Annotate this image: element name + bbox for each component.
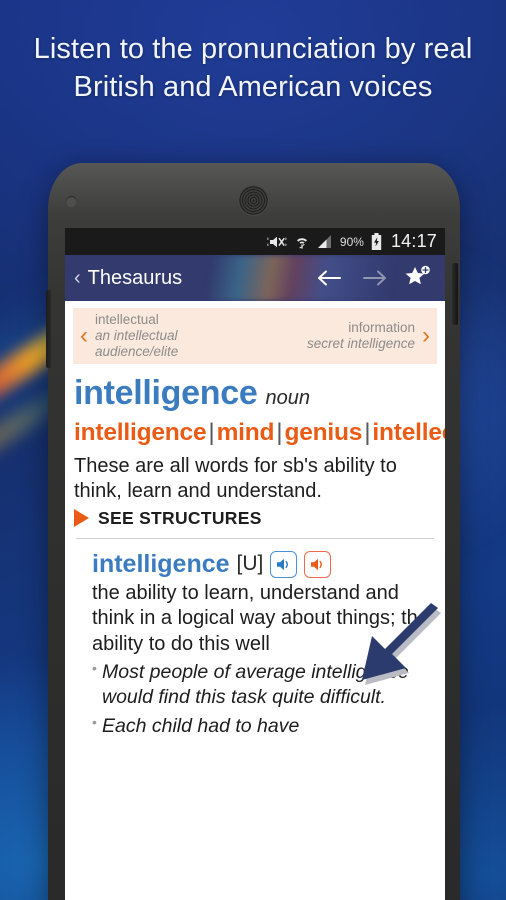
sense-word: intelligence — [92, 549, 230, 578]
synonym-3[interactable]: intellect — [372, 419, 445, 446]
breadcrumb: ‹ intellectual an intellectual audience/… — [73, 308, 437, 364]
promo-headline: Listen to the pronunciation by real Brit… — [33, 33, 473, 104]
synonym-separator: | — [208, 419, 215, 446]
phone-power-button[interactable] — [452, 263, 458, 325]
sense-header: intelligence [U] — [74, 550, 436, 579]
synonym-1[interactable]: mind — [217, 419, 275, 446]
breadcrumb-next-sub: secret intelligence — [306, 336, 415, 351]
see-structures-label: SEE STRUCTURES — [98, 507, 262, 528]
play-triangle-icon — [74, 509, 89, 528]
wifi-icon — [294, 234, 310, 250]
battery-charging-icon — [371, 233, 382, 250]
synonym-2[interactable]: genius — [284, 419, 362, 446]
phone-screen: 90% 14:17 ‹ Thesaurus ‹ intellectual an … — [65, 228, 445, 900]
signal-icon — [317, 234, 333, 249]
title-bar-actions — [316, 265, 445, 291]
app-title-bar: ‹ Thesaurus — [65, 255, 445, 301]
entry-blurb: These are all words for sb's ability to … — [74, 455, 397, 502]
back-to-thesaurus-button[interactable]: ‹ Thesaurus — [65, 267, 316, 290]
mute-icon — [267, 234, 287, 250]
earpiece-speaker-icon — [238, 185, 269, 216]
breadcrumb-prev-sub: an intellectual audience/elite — [95, 328, 179, 359]
entry-headword-row: intelligence noun — [74, 374, 436, 413]
synonym-0[interactable]: intelligence — [74, 419, 207, 446]
battery-percent-label: 90% — [339, 234, 364, 249]
entry-content: intelligence noun intelligence|mind|geni… — [65, 364, 445, 900]
synonym-separator: | — [364, 419, 371, 446]
entry-headword: intelligence — [74, 374, 258, 412]
status-bar: 90% 14:17 — [65, 228, 445, 255]
app-title: Thesaurus — [87, 266, 183, 289]
entry-part-of-speech: noun — [265, 387, 310, 409]
arrow-left-icon[interactable] — [316, 268, 344, 288]
sense-example: Most people of average intelligence woul… — [74, 659, 436, 711]
breadcrumb-prev-button[interactable]: ‹ — [80, 324, 88, 348]
synonym-list: intelligence|mind|genius|intellect|wits|… — [74, 417, 445, 448]
sense-grammar-label: [U] — [236, 552, 264, 576]
back-chevron-icon: ‹ — [74, 267, 81, 289]
arrow-right-icon[interactable] — [360, 268, 388, 288]
section-divider — [76, 537, 434, 539]
status-clock: 14:17 — [390, 231, 437, 251]
speaker-icon-uk[interactable] — [270, 550, 298, 578]
breadcrumb-prev-entry[interactable]: intellectual an intellectual audience/el… — [88, 312, 255, 360]
sense-example: Each child had to have — [74, 714, 436, 732]
speaker-icon-us[interactable] — [304, 550, 332, 578]
front-camera-icon — [66, 196, 77, 207]
phone-volume-button[interactable] — [46, 290, 51, 368]
breadcrumb-next-word: information — [348, 320, 415, 336]
breadcrumb-next-button[interactable]: › — [422, 324, 430, 348]
breadcrumb-prev-word: intellectual — [95, 312, 159, 328]
breadcrumb-next-entry[interactable]: information secret intelligence — [255, 320, 422, 352]
star-plus-icon[interactable] — [404, 265, 432, 291]
synonym-separator: | — [276, 419, 283, 446]
sense-definition: the ability to learn, understand and thi… — [92, 581, 429, 655]
see-structures-button[interactable]: SEE STRUCTURES — [74, 508, 436, 529]
